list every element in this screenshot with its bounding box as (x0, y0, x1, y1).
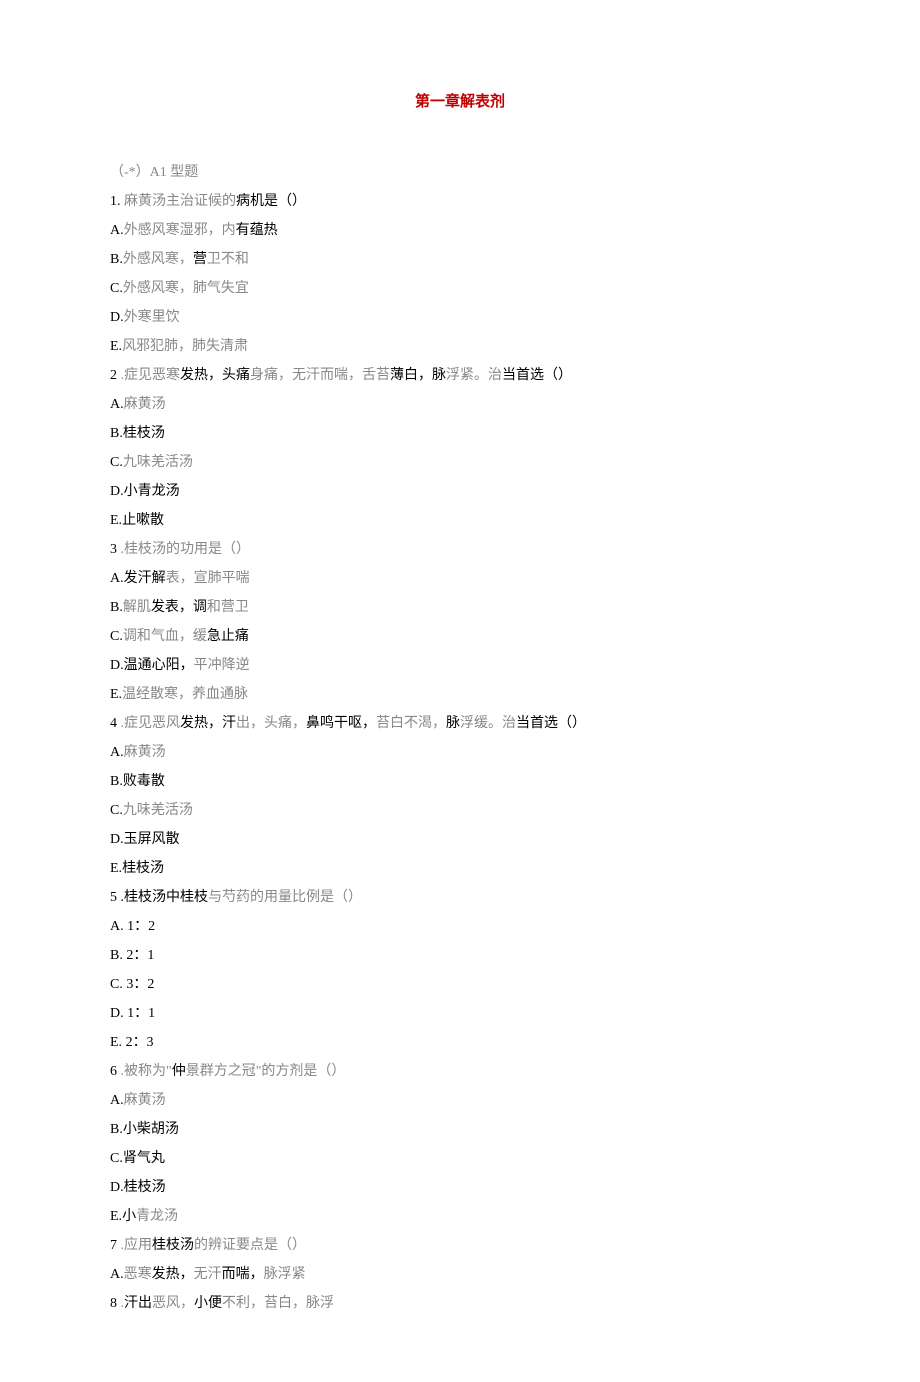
question-option: D.温通心阳，平冲降逆 (110, 655, 810, 676)
question-block: 4 .症见恶风发热，汗出，头痛，鼻鸣干呕，苔白不渴，脉浮缓。治当首选（） A.麻黄… (110, 713, 810, 879)
question-option: B. 2：1 (110, 945, 810, 966)
question-block: 5 .桂枝汤中桂枝与芍药的用量比例是（） A. 1：2 B. 2：1 C. 3：2 D.… (110, 887, 810, 1053)
question-option: D.桂枝汤 (110, 1177, 810, 1198)
question-option: A.麻黄汤 (110, 394, 810, 415)
question-option: A.麻黄汤 (110, 742, 810, 763)
question-stem: 3 .桂枝汤的功用是（） (110, 539, 810, 560)
question-option: E.桂枝汤 (110, 858, 810, 879)
question-option: C.九味羌活汤 (110, 800, 810, 821)
question-option: E. 2：3 (110, 1032, 810, 1053)
question-option: A.外感风寒湿邪，内有蕴热 (110, 220, 810, 241)
question-block: 1. 麻黄汤主治证候的病机是（） A.外感风寒湿邪，内有蕴热 B.外感风寒，营卫不和… (110, 191, 810, 357)
question-option: B.解肌发表，调和营卫 (110, 597, 810, 618)
document-page: 第一章解表剂 （-*）A1 型题 1. 麻黄汤主治证候的病机是（） A.外感风寒湿… (0, 0, 920, 1382)
question-option: A.恶寒发热，无汗而喘，脉浮紧 (110, 1264, 810, 1285)
question-option: D.小青龙汤 (110, 481, 810, 502)
question-stem: 1. 麻黄汤主治证候的病机是（） (110, 191, 810, 212)
question-option: C.肾气丸 (110, 1148, 810, 1169)
question-option: A. 1：2 (110, 916, 810, 937)
question-stem: 2 .症见恶寒发热，头痛身痛，无汗而喘，舌苔薄白，脉浮紧。治当首选（） (110, 365, 810, 386)
question-option: E.止嗽散 (110, 510, 810, 531)
question-option: E.小青龙汤 (110, 1206, 810, 1227)
question-block: 7 .应用桂枝汤的辨证要点是（） A.恶寒发热，无汗而喘，脉浮紧 (110, 1235, 810, 1285)
question-stem: 5 .桂枝汤中桂枝与芍药的用量比例是（） (110, 887, 810, 908)
question-option: E.风邪犯肺，肺失清肃 (110, 336, 810, 357)
question-stem: 6 .被称为"仲景群方之冠"的方剂是（） (110, 1061, 810, 1082)
questions-container: 1. 麻黄汤主治证候的病机是（） A.外感风寒湿邪，内有蕴热 B.外感风寒，营卫不和… (110, 191, 810, 1314)
question-stem: 8 .汗出恶风，小便不利，苔白，脉浮 (110, 1293, 810, 1314)
question-block: 2 .症见恶寒发热，头痛身痛，无汗而喘，舌苔薄白，脉浮紧。治当首选（） A.麻黄汤… (110, 365, 810, 531)
question-option: D.玉屏风散 (110, 829, 810, 850)
question-option: A.麻黄汤 (110, 1090, 810, 1111)
section-header: （-*）A1 型题 (110, 161, 810, 181)
question-option: B.败毒散 (110, 771, 810, 792)
question-option: C.调和气血，缓急止痛 (110, 626, 810, 647)
question-block: 8 .汗出恶风，小便不利，苔白，脉浮 (110, 1293, 810, 1314)
question-option: D.外寒里饮 (110, 307, 810, 328)
question-block: 3 .桂枝汤的功用是（） A.发汗解表，宣肺平喘 B.解肌发表，调和营卫 C.调和气血… (110, 539, 810, 705)
question-option: B.外感风寒，营卫不和 (110, 249, 810, 270)
chapter-title: 第一章解表剂 (110, 90, 810, 111)
question-option: C. 3：2 (110, 974, 810, 995)
question-option: E.温经散寒，养血通脉 (110, 684, 810, 705)
question-option: B.桂枝汤 (110, 423, 810, 444)
question-stem: 4 .症见恶风发热，汗出，头痛，鼻鸣干呕，苔白不渴，脉浮缓。治当首选（） (110, 713, 810, 734)
question-option: D. 1：1 (110, 1003, 810, 1024)
question-stem: 7 .应用桂枝汤的辨证要点是（） (110, 1235, 810, 1256)
question-option: A.发汗解表，宣肺平喘 (110, 568, 810, 589)
question-block: 6 .被称为"仲景群方之冠"的方剂是（） A.麻黄汤 B.小柴胡汤 C.肾气丸 D.桂枝… (110, 1061, 810, 1227)
question-option: B.小柴胡汤 (110, 1119, 810, 1140)
question-option: C.外感风寒，肺气失宜 (110, 278, 810, 299)
question-option: C.九味羌活汤 (110, 452, 810, 473)
